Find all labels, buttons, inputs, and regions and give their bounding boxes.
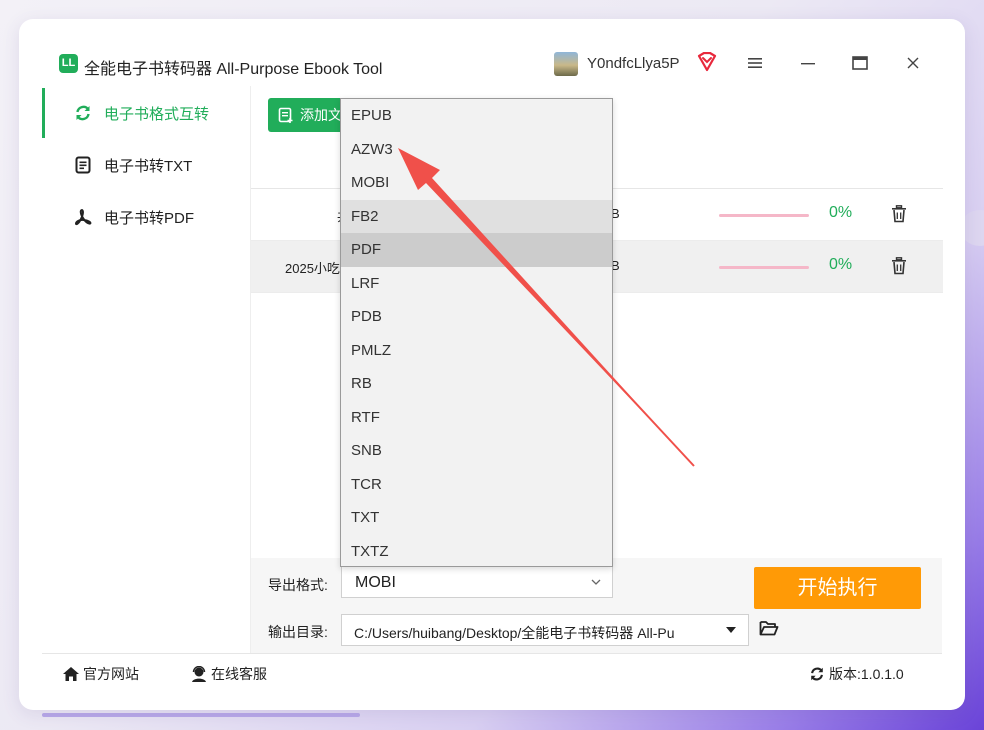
progress-percent: 0% [829, 256, 853, 273]
chevron-down-icon [591, 579, 601, 585]
home-icon [63, 667, 79, 681]
format-option-mobi[interactable]: MOBI [341, 166, 612, 200]
format-option-lrf[interactable]: LRF [341, 267, 612, 301]
format-option-rb[interactable]: RB [341, 367, 612, 401]
official-site-label: 官方网站 [83, 666, 139, 682]
format-option-epub[interactable]: EPUB [341, 99, 612, 133]
avatar[interactable] [554, 52, 578, 76]
progress-bar [719, 214, 809, 217]
format-option-rtf[interactable]: RTF [341, 401, 612, 435]
format-option-txtz[interactable]: TXTZ [341, 535, 612, 569]
format-option-txt[interactable]: TXT [341, 501, 612, 535]
add-file-label: 添加文 [300, 107, 342, 123]
username[interactable]: Y0ndfcLlya5P [587, 55, 680, 72]
sidebar-item-label: 电子书转PDF [104, 209, 195, 227]
online-service-label: 在线客服 [211, 666, 267, 682]
format-label: 导出格式: [268, 577, 328, 593]
background-bar [42, 713, 360, 717]
format-option-azw3[interactable]: AZW3 [341, 133, 612, 167]
format-option-pmlz[interactable]: PMLZ [341, 334, 612, 368]
menu-icon[interactable] [744, 52, 766, 74]
support-agent-icon [192, 666, 206, 682]
file-name: 2025小吃 [285, 261, 340, 276]
format-option-pdf[interactable]: PDF [341, 233, 612, 267]
maximize-icon[interactable] [849, 52, 871, 74]
version-info[interactable]: 版本:1.0.1.0 [808, 664, 904, 684]
delete-icon[interactable] [891, 205, 907, 223]
online-service-link[interactable]: 在线客服 [190, 664, 267, 684]
format-option-snb[interactable]: SNB [341, 434, 612, 468]
sidebar-item-label: 电子书格式互转 [104, 105, 210, 123]
minimize-icon[interactable] [797, 52, 819, 74]
close-icon[interactable] [902, 52, 924, 74]
refresh-icon [76, 105, 90, 121]
progress-bar [719, 266, 809, 269]
sidebar: 电子书格式互转 电子书转TXT 电子书转PDF [42, 86, 250, 656]
output-dir-select[interactable]: C:/Users/huibang/Desktop/全能电子书转码器 All-Pu [341, 614, 749, 646]
add-file-icon [278, 107, 293, 123]
app-logo-icon: LL [59, 54, 78, 73]
vip-diamond-icon[interactable] [696, 52, 718, 72]
progress-percent: 0% [829, 204, 853, 221]
app-title: 全能电子书转码器 All-Purpose Ebook Tool [84, 61, 383, 78]
sidebar-item-format-convert[interactable]: 电子书格式互转 [42, 88, 250, 138]
title-bar: LL 全能电子书转码器 All-Purpose Ebook Tool Y0ndf… [42, 42, 942, 86]
sidebar-item-label: 电子书转TXT [104, 157, 193, 175]
delete-icon[interactable] [891, 257, 907, 275]
output-dir-label: 输出目录: [268, 624, 328, 640]
output-dir-value: C:/Users/huibang/Desktop/全能电子书转码器 All-Pu [354, 625, 675, 641]
official-site-link[interactable]: 官方网站 [62, 664, 139, 684]
format-option-pdb[interactable]: PDB [341, 300, 612, 334]
sidebar-item-to-txt[interactable]: 电子书转TXT [42, 140, 250, 190]
folder-open-icon[interactable] [759, 619, 779, 637]
document-icon [75, 156, 91, 174]
sidebar-item-to-pdf[interactable]: 电子书转PDF [42, 192, 250, 242]
pdf-icon [74, 208, 92, 226]
footer: 官方网站 在线客服 版本:1.0.1.0 [42, 653, 942, 692]
format-option-tcr[interactable]: TCR [341, 468, 612, 502]
start-button[interactable]: 开始执行 [754, 567, 921, 609]
format-select[interactable]: MOBI [341, 566, 613, 598]
refresh-icon [811, 667, 823, 681]
version-label: 版本:1.0.1.0 [829, 666, 904, 682]
format-dropdown-list: EPUB AZW3 MOBI FB2 PDF LRF PDB PMLZ RB R… [340, 98, 613, 567]
format-option-fb2[interactable]: FB2 [341, 199, 612, 233]
output-controls: 导出格式: MOBI 开始执行 输出目录: C:/Users/huibang/D… [250, 558, 942, 653]
caret-down-icon [726, 627, 736, 633]
format-select-value: MOBI [355, 574, 396, 591]
